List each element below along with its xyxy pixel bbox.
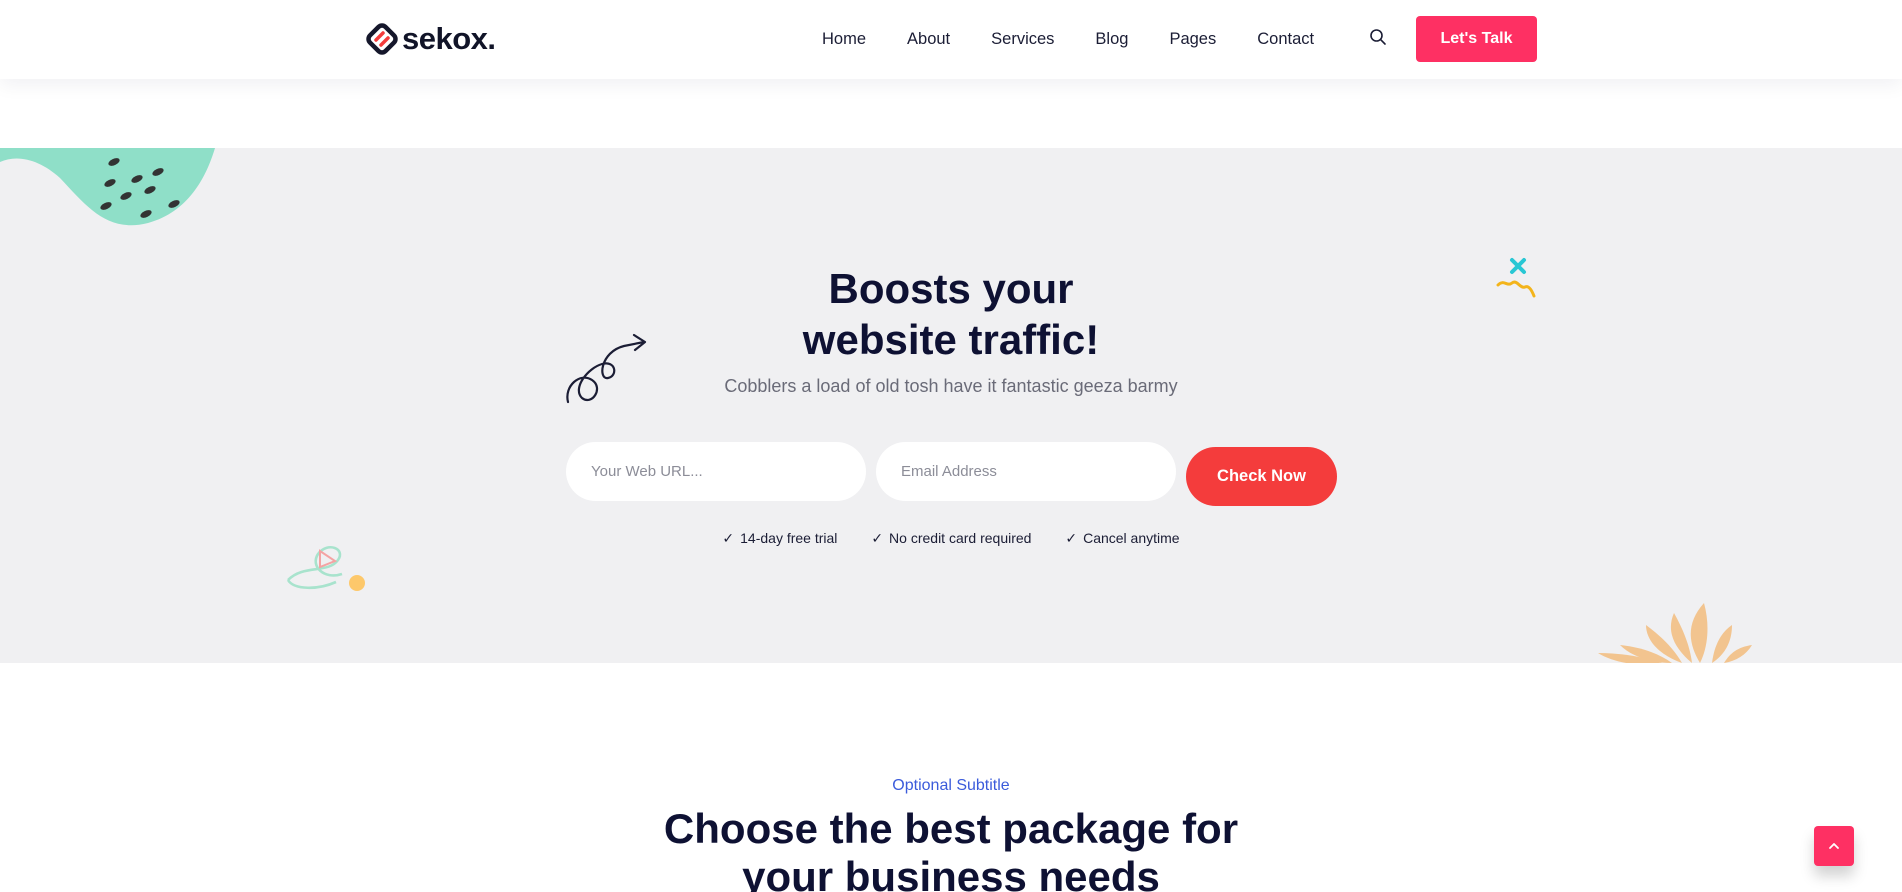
check-now-button[interactable]: Check Now: [1186, 447, 1337, 506]
nav-pages[interactable]: Pages: [1169, 30, 1216, 49]
spiral-arrow-decoration: [566, 333, 647, 404]
leaf-decoration: [1598, 603, 1752, 663]
feature-label: Cancel anytime: [1083, 530, 1180, 546]
green-blob-decoration: [0, 148, 215, 226]
search-icon: [1370, 29, 1386, 45]
hero-section: Boosts your website traffic! Cobblers a …: [0, 148, 1902, 663]
cross-squiggle-decoration: [1496, 258, 1536, 298]
site-header: sekox. Home About Services Blog Pages Co…: [0, 0, 1902, 79]
main-nav: Home About Services Blog Pages Contact: [822, 0, 1314, 79]
feature-list: ✓ 14-day free trial ✓ No credit card requi…: [0, 530, 1902, 547]
nav-blog[interactable]: Blog: [1095, 30, 1128, 49]
lets-talk-button[interactable]: Let's Talk: [1416, 16, 1537, 62]
nav-about[interactable]: About: [907, 30, 950, 49]
hero-title: Boosts your website traffic!: [651, 263, 1251, 365]
nav-services[interactable]: Services: [991, 30, 1054, 49]
nav-contact[interactable]: Contact: [1257, 30, 1314, 49]
section-title-line-1: Choose the best package for: [663, 805, 1239, 852]
section-subtitle: Optional Subtitle: [892, 777, 1010, 794]
feature-item: ✓ No credit card required: [871, 530, 1031, 547]
check-icon: ✓: [1065, 530, 1078, 546]
feature-item: ✓ Cancel anytime: [1065, 530, 1179, 547]
section-title-line-2: your business needs: [742, 853, 1160, 892]
check-icon: ✓: [722, 530, 735, 546]
nav-home[interactable]: Home: [822, 30, 866, 49]
email-input[interactable]: [876, 442, 1176, 501]
search-button[interactable]: [1369, 28, 1389, 48]
feature-label: No credit card required: [889, 530, 1032, 546]
feature-label: 14-day free trial: [740, 530, 838, 546]
hero-title-line-2: website traffic!: [802, 316, 1100, 363]
logo-mark-icon: [366, 23, 398, 55]
loop-play-decoration: [286, 545, 365, 591]
brand-logo[interactable]: sekox.: [366, 21, 496, 56]
check-icon: ✓: [871, 530, 884, 546]
web-url-input[interactable]: [566, 442, 866, 501]
hero-subtitle: Cobblers a load of old tosh have it fant…: [724, 376, 1178, 396]
brand-name: sekox.: [402, 21, 496, 56]
feature-item: ✓ 14-day free trial: [722, 530, 837, 547]
scroll-to-top-button[interactable]: [1814, 826, 1854, 866]
hero-title-line-1: Boosts your: [828, 265, 1074, 312]
section-title: Choose the best package for your busines…: [0, 805, 1902, 892]
chevron-up-icon: [1829, 843, 1839, 849]
